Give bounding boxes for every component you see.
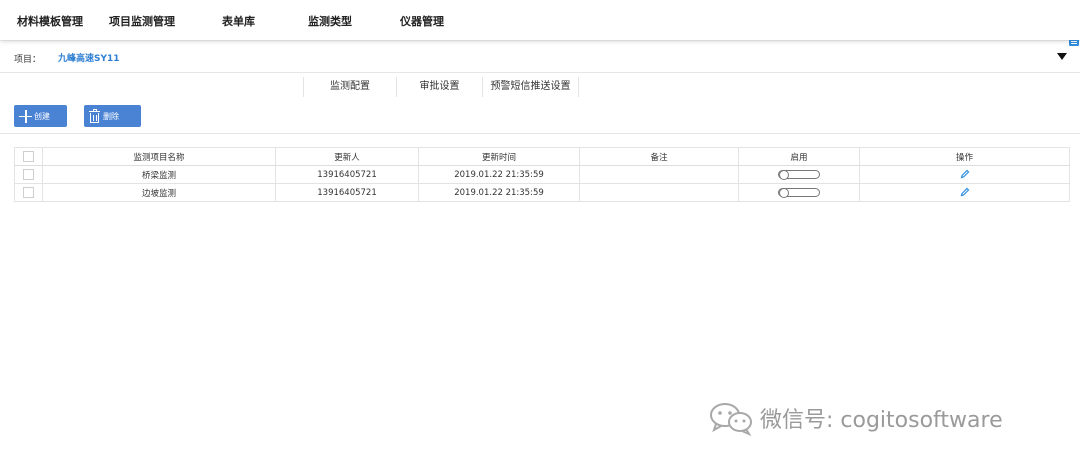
table-row: 桥梁监测 13916405721 2019.01.22 21:35:59: [14, 165, 1070, 184]
select-all-checkbox[interactable]: [23, 151, 34, 162]
delete-button-label: 删除: [103, 111, 119, 121]
column-header-actions: 操作: [859, 147, 1070, 166]
nav-item-material-templates[interactable]: 材料模板管理: [17, 13, 83, 29]
cell-name: 边坡监测: [42, 183, 276, 202]
nav-item-form-library[interactable]: 表单库: [222, 13, 255, 29]
wechat-watermark: 微信号: cogitosoftware: [708, 400, 1003, 436]
table-row: 边坡监测 13916405721 2019.01.22 21:35:59: [14, 183, 1070, 202]
tab-alert-sms-settings[interactable]: 预警短信推送设置: [483, 77, 579, 97]
pencil-icon[interactable]: [960, 187, 970, 197]
cell-updater: 13916405721: [275, 183, 419, 202]
header-select-all[interactable]: [14, 147, 43, 166]
nav-item-monitoring-types[interactable]: 监测类型: [308, 13, 352, 29]
trash-icon: [89, 108, 100, 123]
toolbar: 创建 删除: [0, 101, 1080, 134]
column-header-update-time: 更新时间: [418, 147, 580, 166]
project-label: 项目：: [14, 55, 42, 65]
cell-note: [579, 183, 739, 202]
tab-monitoring-config[interactable]: 监测配置: [303, 77, 397, 97]
config-tabs: 监测配置 审批设置 预警短信推送设置: [303, 77, 579, 97]
cell-updater: 13916405721: [275, 165, 419, 184]
plus-icon: [19, 109, 32, 123]
column-header-note: 备注: [579, 147, 739, 166]
table-header-row: 监测项目名称 更新人 更新时间 备注 启用 操作: [14, 147, 1070, 166]
column-header-name: 监测项目名称: [42, 147, 276, 166]
project-selector-row: 项目： 九峰高速SY11: [0, 36, 1080, 73]
column-header-enabled: 启用: [738, 147, 860, 166]
column-header-updater: 更新人: [275, 147, 419, 166]
cell-note: [579, 165, 739, 184]
nav-item-instrument-management[interactable]: 仪器管理: [400, 13, 444, 29]
cell-update-time: 2019.01.22 21:35:59: [418, 183, 580, 202]
row-checkbox[interactable]: [23, 169, 34, 180]
row-checkbox[interactable]: [23, 187, 34, 198]
cell-update-time: 2019.01.22 21:35:59: [418, 165, 580, 184]
top-navigation: 材料模板管理 项目监测管理 表单库 监测类型 仪器管理: [0, 0, 1080, 40]
enable-toggle[interactable]: [778, 169, 820, 180]
monitoring-items-table: 监测项目名称 更新人 更新时间 备注 启用 操作 桥梁监测 1391640572…: [14, 147, 1070, 202]
tab-approval-settings[interactable]: 审批设置: [397, 77, 483, 97]
project-select[interactable]: 九峰高速SY11: [58, 51, 120, 64]
create-button-label: 创建: [34, 111, 50, 121]
delete-button[interactable]: 删除: [84, 105, 141, 127]
create-button[interactable]: 创建: [14, 105, 67, 127]
caret-down-icon[interactable]: [1057, 53, 1067, 60]
nav-item-project-monitoring[interactable]: 项目监测管理: [109, 13, 175, 29]
cell-name: 桥梁监测: [42, 165, 276, 184]
wechat-logo-icon: [710, 403, 752, 436]
watermark-text: 微信号: cogitosoftware: [760, 408, 1003, 433]
pencil-icon[interactable]: [960, 169, 970, 179]
enable-toggle[interactable]: [778, 187, 820, 198]
